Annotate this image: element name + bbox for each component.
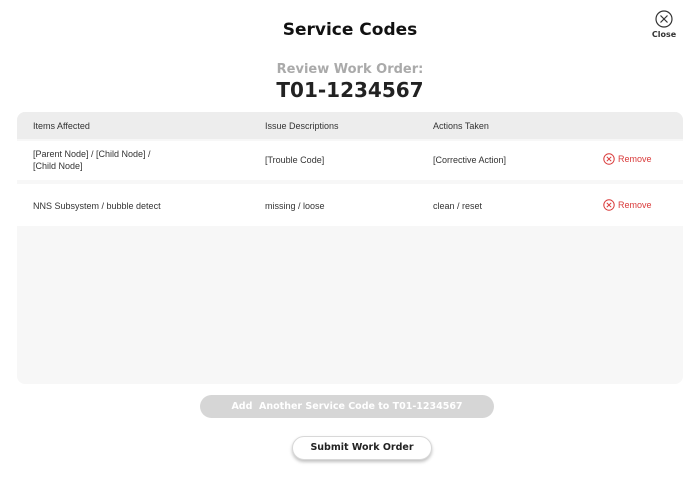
service-codes-table: Items Affected Issue Descriptions Action… xyxy=(17,112,683,384)
item-affected-line: [Parent Node] / [Child Node] / xyxy=(33,149,151,159)
page-title: Service Codes xyxy=(282,20,418,40)
column-header-actions-taken: Actions Taken xyxy=(433,121,489,131)
add-service-code-button[interactable]: Add Another Service Code to T01-1234567 xyxy=(200,395,494,418)
table-row: NNS Subsystem / bubble detect missing / … xyxy=(17,184,683,226)
close-label: Close xyxy=(651,30,677,39)
action-taken-cell: clean / reset xyxy=(433,201,483,211)
remove-label: Remove xyxy=(618,154,652,164)
remove-label: Remove xyxy=(618,200,652,210)
work-order-id: T01-1234567 xyxy=(276,78,424,102)
remove-circle-icon xyxy=(603,199,615,211)
submit-work-order-button[interactable]: Submit Work Order xyxy=(292,436,432,460)
close-button[interactable]: Close xyxy=(648,10,680,39)
table-row: [Parent Node] / [Child Node] / [Child No… xyxy=(17,141,683,180)
remove-circle-icon xyxy=(603,153,615,165)
table-header: Items Affected Issue Descriptions Action… xyxy=(17,112,683,139)
item-affected-line: [Child Node] xyxy=(33,161,83,171)
column-header-issue-descriptions: Issue Descriptions xyxy=(265,121,339,131)
remove-button[interactable]: Remove xyxy=(603,153,652,165)
close-circle-icon xyxy=(648,10,680,28)
issue-description-cell: missing / loose xyxy=(265,201,325,211)
review-label: Review Work Order: xyxy=(276,62,424,77)
item-affected-cell: NNS Subsystem / bubble detect xyxy=(33,201,161,211)
column-header-items-affected: Items Affected xyxy=(33,121,90,131)
item-affected-cell: [Parent Node] / [Child Node] / [Child No… xyxy=(33,148,233,172)
remove-button[interactable]: Remove xyxy=(603,199,652,211)
action-taken-cell: [Corrective Action] xyxy=(433,155,507,165)
issue-description-cell: [Trouble Code] xyxy=(265,155,325,165)
